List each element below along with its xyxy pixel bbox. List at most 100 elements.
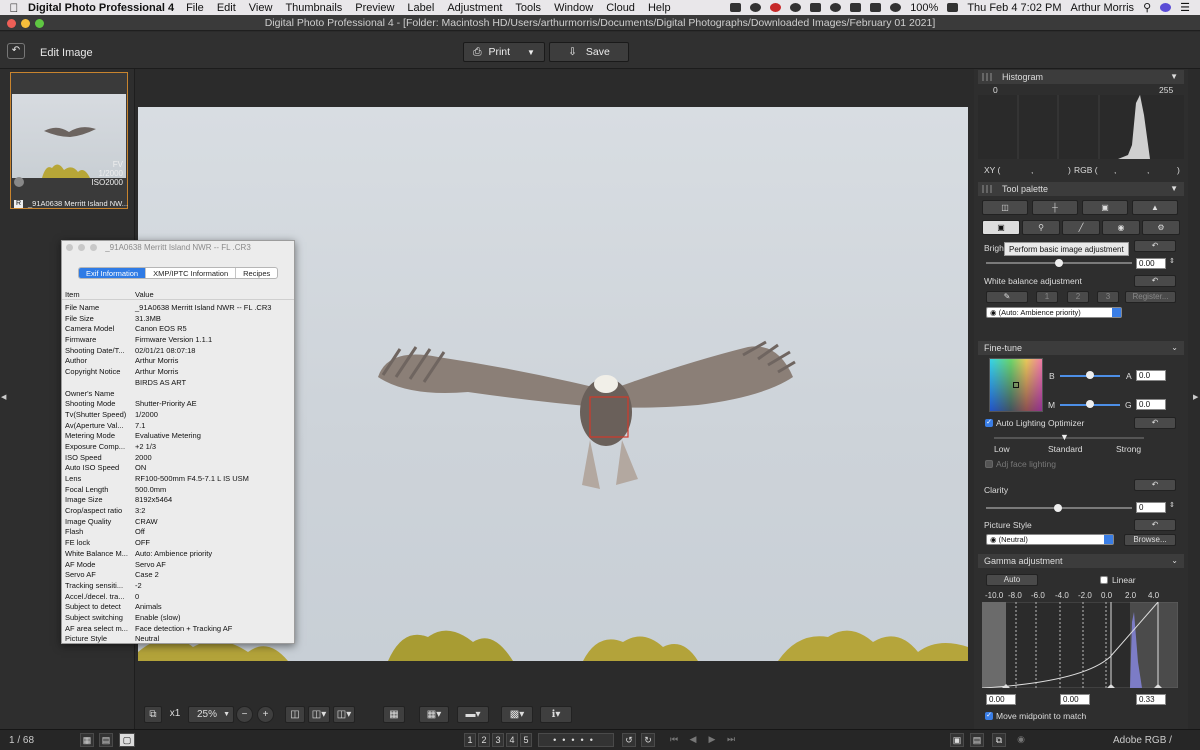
info-window-titlebar[interactable]: _91A0638 Merritt Island NWR -- FL .CR3 — [62, 241, 294, 255]
wb-slot-2[interactable]: 2 — [1067, 291, 1089, 303]
zoom-in-button[interactable]: + — [257, 706, 274, 723]
wb-slot-3[interactable]: 3 — [1097, 291, 1119, 303]
thumbnail-item[interactable]: FV 1/2000 ISO2000 R _91A0638 Merritt Isl… — [10, 72, 128, 209]
tool-tab-basic-group[interactable]: ◫ — [982, 200, 1028, 215]
single-view-button[interactable]: ◫ — [285, 706, 305, 723]
tool-tab-image-group[interactable]: ▣ — [1082, 200, 1128, 215]
clarity-stepper[interactable]: ⇕ — [1169, 501, 1175, 509]
alo-slider[interactable] — [994, 437, 1144, 439]
filmstrip-view-icon[interactable]: ▢ — [119, 733, 135, 747]
battery-icon[interactable] — [947, 3, 959, 12]
histogram-icon[interactable]: ▤ — [970, 733, 984, 747]
clarity-reset-button[interactable]: ↶ — [1134, 479, 1176, 491]
gamma-curve[interactable] — [982, 602, 1178, 688]
collapse-icon[interactable]: ⌄ — [1171, 341, 1178, 355]
menu-preview[interactable]: Preview — [355, 2, 394, 14]
siri-icon[interactable] — [1160, 3, 1172, 12]
tab-tone[interactable]: ⚲ — [1022, 220, 1060, 235]
timer-icon[interactable] — [810, 3, 822, 12]
chevron-down-icon[interactable]: ▼ — [1170, 182, 1178, 196]
prev-image-icon[interactable]: ◀ — [686, 733, 700, 747]
g-value[interactable]: 0.0 — [1136, 399, 1166, 410]
brightness-reset-button[interactable]: ↶ — [1134, 240, 1176, 252]
tool-tab-stamp-group[interactable]: ▲ — [1132, 200, 1178, 215]
mg-slider-knob[interactable] — [1086, 400, 1094, 408]
zoom-select[interactable]: 25% ▼ — [188, 706, 234, 723]
fit-screen-button[interactable]: ⧉ — [144, 706, 162, 723]
status-icon[interactable] — [750, 3, 762, 12]
menu-cloud[interactable]: Cloud — [606, 2, 635, 14]
info-close-button[interactable] — [66, 244, 73, 251]
menu-thumbnails[interactable]: Thumbnails — [285, 2, 342, 14]
col-item[interactable]: Item — [65, 290, 80, 299]
display-icon[interactable] — [870, 3, 882, 12]
user-menu[interactable]: Arthur Morris — [1071, 2, 1135, 14]
alo-slider-knob[interactable]: ▼ — [1060, 432, 1069, 442]
collapse-left-icon[interactable]: ◀ — [1, 393, 6, 401]
alo-checkbox[interactable]: ✓ — [985, 419, 993, 427]
tab-exif[interactable]: Exif Information — [79, 268, 147, 278]
app-menu[interactable]: Digital Photo Professional 4 — [28, 2, 174, 14]
alo-reset-button[interactable]: ↶ — [1134, 417, 1176, 429]
menu-file[interactable]: File — [186, 2, 204, 14]
tab-recipes[interactable]: Recipes — [236, 268, 277, 278]
chevron-down-icon[interactable]: ▼ — [1170, 70, 1178, 84]
brightness-value[interactable]: 0.00 — [1136, 258, 1166, 269]
split-view-button[interactable]: ◫▾ — [308, 706, 330, 723]
malwarebytes-icon[interactable] — [830, 3, 842, 12]
grid-thumb-view-icon[interactable]: ▦ — [80, 733, 94, 747]
collapse-right-icon[interactable]: ▶ — [1193, 393, 1198, 401]
save-button[interactable]: ⇩ Save — [549, 42, 629, 62]
ba-slider-knob[interactable] — [1086, 371, 1094, 379]
picture-style-reset-button[interactable]: ↶ — [1134, 519, 1176, 531]
list-thumb-view-icon[interactable]: ▤ — [99, 733, 113, 747]
brightness-slider-knob[interactable] — [1055, 259, 1063, 267]
clarity-slider-knob[interactable] — [1054, 504, 1062, 512]
screen-icon[interactable] — [730, 3, 742, 12]
gamma-auto-button[interactable]: Auto — [986, 574, 1038, 586]
browse-button[interactable]: Browse... — [1124, 534, 1176, 546]
rotate-left-icon[interactable]: ↺ — [622, 733, 636, 747]
menu-help[interactable]: Help — [648, 2, 671, 14]
fine-tune-header[interactable]: Fine-tune ⌄ — [978, 341, 1184, 355]
last-image-icon[interactable]: ⏭ — [724, 733, 738, 747]
tab-basic-adjust[interactable]: ▣ — [982, 220, 1020, 235]
apple-menu-icon[interactable]:  — [0, 1, 28, 15]
fullscreen-icon[interactable]: ⧉ — [992, 733, 1006, 747]
tab-settings[interactable]: ⚙ — [1142, 220, 1180, 235]
rating-4[interactable]: 4 — [506, 733, 518, 747]
midpoint-checkbox[interactable]: ✓ — [985, 712, 993, 720]
grip-icon[interactable] — [982, 73, 994, 81]
zoom-out-button[interactable]: − — [236, 706, 253, 723]
chevron-down-icon[interactable]: ▼ — [527, 48, 535, 57]
rating-5[interactable]: 5 — [520, 733, 532, 747]
grid-button[interactable]: ▦▾ — [419, 706, 449, 723]
info-button[interactable]: ℹ▾ — [540, 706, 572, 723]
print-button[interactable]: ⎙ Print ▼ — [463, 42, 545, 62]
info-minimize-button[interactable] — [78, 244, 85, 251]
rating-1[interactable]: 1 — [464, 733, 476, 747]
dropbox-icon[interactable] — [850, 3, 862, 12]
face-lighting-checkbox[interactable] — [985, 460, 993, 468]
histogram-header[interactable]: Histogram ▼ — [978, 70, 1184, 84]
menu-window[interactable]: Window — [554, 2, 593, 14]
tab-curve[interactable]: ╱ — [1062, 220, 1100, 235]
grip-icon[interactable] — [982, 185, 994, 193]
rating-2[interactable]: 2 — [478, 733, 490, 747]
wb-reset-button[interactable]: ↶ — [1134, 275, 1176, 287]
picture-style-select[interactable]: ◉ (Neutral) — [986, 534, 1114, 545]
gamma-left-value[interactable]: 0.00 — [986, 694, 1016, 705]
menu-view[interactable]: View — [249, 2, 273, 14]
wifi-icon[interactable] — [890, 3, 902, 12]
wb-eyedropper-button[interactable]: ✎ — [986, 291, 1028, 303]
gamma-mid-value[interactable]: 0.00 — [1060, 694, 1090, 705]
af-point-button[interactable]: ▦ — [383, 706, 405, 723]
menu-label[interactable]: Label — [407, 2, 434, 14]
tab-xmp-iptc[interactable]: XMP/IPTC Information — [146, 268, 237, 278]
camera-icon[interactable]: ◉ — [1013, 733, 1029, 747]
compare-view-button[interactable]: ◫▾ — [333, 706, 355, 723]
brightness-stepper[interactable]: ⇕ — [1169, 257, 1175, 265]
tool-palette-header[interactable]: Tool palette ▼ — [978, 182, 1184, 196]
star-rating-control[interactable]: ••••• — [538, 733, 614, 747]
minimize-window-button[interactable] — [21, 19, 30, 28]
